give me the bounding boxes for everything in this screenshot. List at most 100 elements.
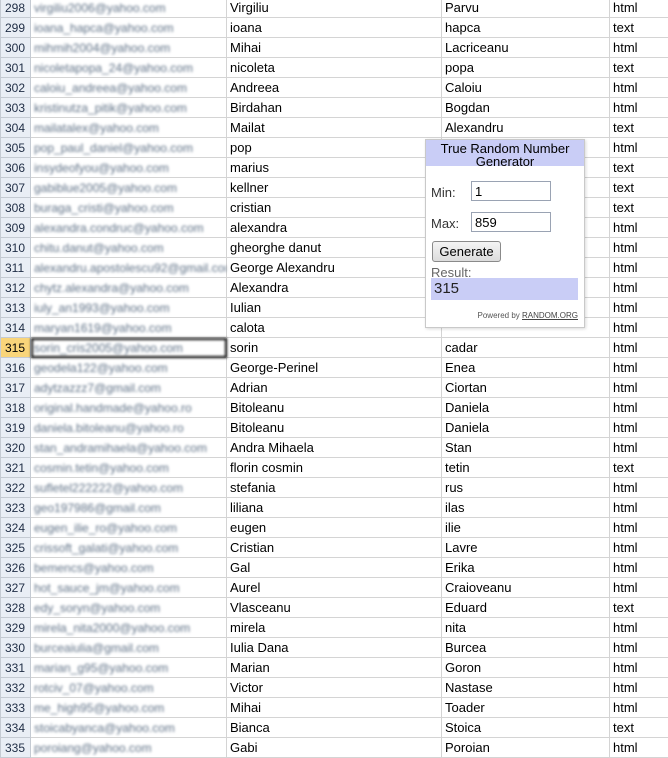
row-number[interactable]: 305 [1, 138, 31, 158]
format-cell[interactable]: html [610, 258, 668, 278]
email-cell[interactable]: marian_g95@yahoo.com [31, 658, 227, 678]
last-name-cell[interactable]: hapca [442, 18, 610, 38]
last-name-cell[interactable]: Poroian [442, 738, 610, 758]
email-cell[interactable]: stoicabyanca@yahoo.com [31, 718, 227, 738]
email-cell[interactable]: iuly_an1993@yahoo.com [31, 298, 227, 318]
email-cell[interactable]: daniela.bitoleanu@yahoo.ro [31, 418, 227, 438]
last-name-cell[interactable]: ilie [442, 518, 610, 538]
email-cell[interactable]: rotciv_07@yahoo.com [31, 678, 227, 698]
row-number[interactable]: 330 [1, 638, 31, 658]
first-name-cell[interactable]: Victor [227, 678, 442, 698]
last-name-cell[interactable]: Bogdan [442, 98, 610, 118]
row-number[interactable]: 309 [1, 218, 31, 238]
row-number[interactable]: 299 [1, 18, 31, 38]
last-name-cell[interactable]: cadar [442, 338, 610, 358]
format-cell[interactable]: html [610, 298, 668, 318]
format-cell[interactable]: html [610, 358, 668, 378]
email-cell[interactable]: caloiu_andreea@yahoo.com [31, 78, 227, 98]
row-number[interactable]: 323 [1, 498, 31, 518]
row-number[interactable]: 301 [1, 58, 31, 78]
row-number[interactable]: 328 [1, 598, 31, 618]
email-cell[interactable]: buraga_cristi@yahoo.com [31, 198, 227, 218]
row-number[interactable]: 302 [1, 78, 31, 98]
format-cell[interactable]: html [610, 738, 668, 758]
first-name-cell[interactable]: ioana [227, 18, 442, 38]
last-name-cell[interactable]: Nastase [442, 678, 610, 698]
format-cell[interactable]: html [610, 478, 668, 498]
format-cell[interactable]: html [610, 558, 668, 578]
first-name-cell[interactable]: nicoleta [227, 58, 442, 78]
first-name-cell[interactable]: George-Perinel [227, 358, 442, 378]
last-name-cell[interactable]: Enea [442, 358, 610, 378]
last-name-cell[interactable]: Toader [442, 698, 610, 718]
last-name-cell[interactable]: Daniela [442, 398, 610, 418]
row-number[interactable]: 315 [1, 338, 31, 358]
email-cell[interactable]: pop_paul_daniel@yahoo.com [31, 138, 227, 158]
format-cell[interactable]: text [610, 198, 668, 218]
first-name-cell[interactable]: sorin [227, 338, 442, 358]
row-number[interactable]: 314 [1, 318, 31, 338]
first-name-cell[interactable]: Iulian [227, 298, 442, 318]
format-cell[interactable]: text [610, 118, 668, 138]
format-cell[interactable]: html [610, 618, 668, 638]
format-cell[interactable]: html [610, 658, 668, 678]
format-cell[interactable]: html [610, 378, 668, 398]
format-cell[interactable]: text [610, 58, 668, 78]
format-cell[interactable]: html [610, 638, 668, 658]
email-cell[interactable]: mailatalex@yahoo.com [31, 118, 227, 138]
row-number[interactable]: 321 [1, 458, 31, 478]
row-number[interactable]: 303 [1, 98, 31, 118]
first-name-cell[interactable]: Birdahan [227, 98, 442, 118]
last-name-cell[interactable]: Alexandru [442, 118, 610, 138]
row-number[interactable]: 325 [1, 538, 31, 558]
email-cell[interactable]: burceaiulia@gmail.com [31, 638, 227, 658]
row-number[interactable]: 313 [1, 298, 31, 318]
first-name-cell[interactable]: Alexandra [227, 278, 442, 298]
row-number[interactable]: 332 [1, 678, 31, 698]
row-number[interactable]: 326 [1, 558, 31, 578]
row-number[interactable]: 298 [1, 0, 31, 18]
row-number[interactable]: 308 [1, 198, 31, 218]
row-number[interactable]: 320 [1, 438, 31, 458]
format-cell[interactable]: html [610, 698, 668, 718]
row-number[interactable]: 316 [1, 358, 31, 378]
first-name-cell[interactable]: Adrian [227, 378, 442, 398]
format-cell[interactable]: html [610, 398, 668, 418]
last-name-cell[interactable]: Lacriceanu [442, 38, 610, 58]
format-cell[interactable]: html [610, 0, 668, 18]
email-cell[interactable]: ioana_hapca@yahoo.com [31, 18, 227, 38]
last-name-cell[interactable]: popa [442, 58, 610, 78]
email-cell[interactable]: sorin_cris2005@yahoo.com [31, 338, 227, 358]
first-name-cell[interactable]: marius [227, 158, 442, 178]
last-name-cell[interactable]: Caloiu [442, 78, 610, 98]
first-name-cell[interactable]: gheorghe danut [227, 238, 442, 258]
row-number[interactable]: 311 [1, 258, 31, 278]
email-cell[interactable]: insydeofyou@yahoo.com [31, 158, 227, 178]
format-cell[interactable]: text [610, 158, 668, 178]
format-cell[interactable]: text [610, 178, 668, 198]
email-cell[interactable]: original.handmade@yahoo.ro [31, 398, 227, 418]
first-name-cell[interactable]: mirela [227, 618, 442, 638]
row-number[interactable]: 304 [1, 118, 31, 138]
email-cell[interactable]: chytz.alexandra@yahoo.com [31, 278, 227, 298]
row-number[interactable]: 333 [1, 698, 31, 718]
format-cell[interactable]: html [610, 218, 668, 238]
email-cell[interactable]: nicoletapopa_24@yahoo.com [31, 58, 227, 78]
email-cell[interactable]: mihmih2004@yahoo.com [31, 38, 227, 58]
format-cell[interactable]: html [610, 98, 668, 118]
first-name-cell[interactable]: Gabi [227, 738, 442, 758]
first-name-cell[interactable]: cristian [227, 198, 442, 218]
email-cell[interactable]: hot_sauce_jm@yahoo.com [31, 578, 227, 598]
first-name-cell[interactable]: Andreea [227, 78, 442, 98]
row-number[interactable]: 306 [1, 158, 31, 178]
row-number[interactable]: 331 [1, 658, 31, 678]
first-name-cell[interactable]: Virgiliu [227, 0, 442, 18]
email-cell[interactable]: stan_andramihaela@yahoo.com [31, 438, 227, 458]
format-cell[interactable]: html [610, 538, 668, 558]
first-name-cell[interactable]: liliana [227, 498, 442, 518]
first-name-cell[interactable]: Bitoleanu [227, 398, 442, 418]
generate-button[interactable]: Generate [432, 241, 501, 262]
email-cell[interactable]: virgiliu2006@yahoo.com [31, 0, 227, 18]
last-name-cell[interactable]: rus [442, 478, 610, 498]
last-name-cell[interactable]: Stan [442, 438, 610, 458]
